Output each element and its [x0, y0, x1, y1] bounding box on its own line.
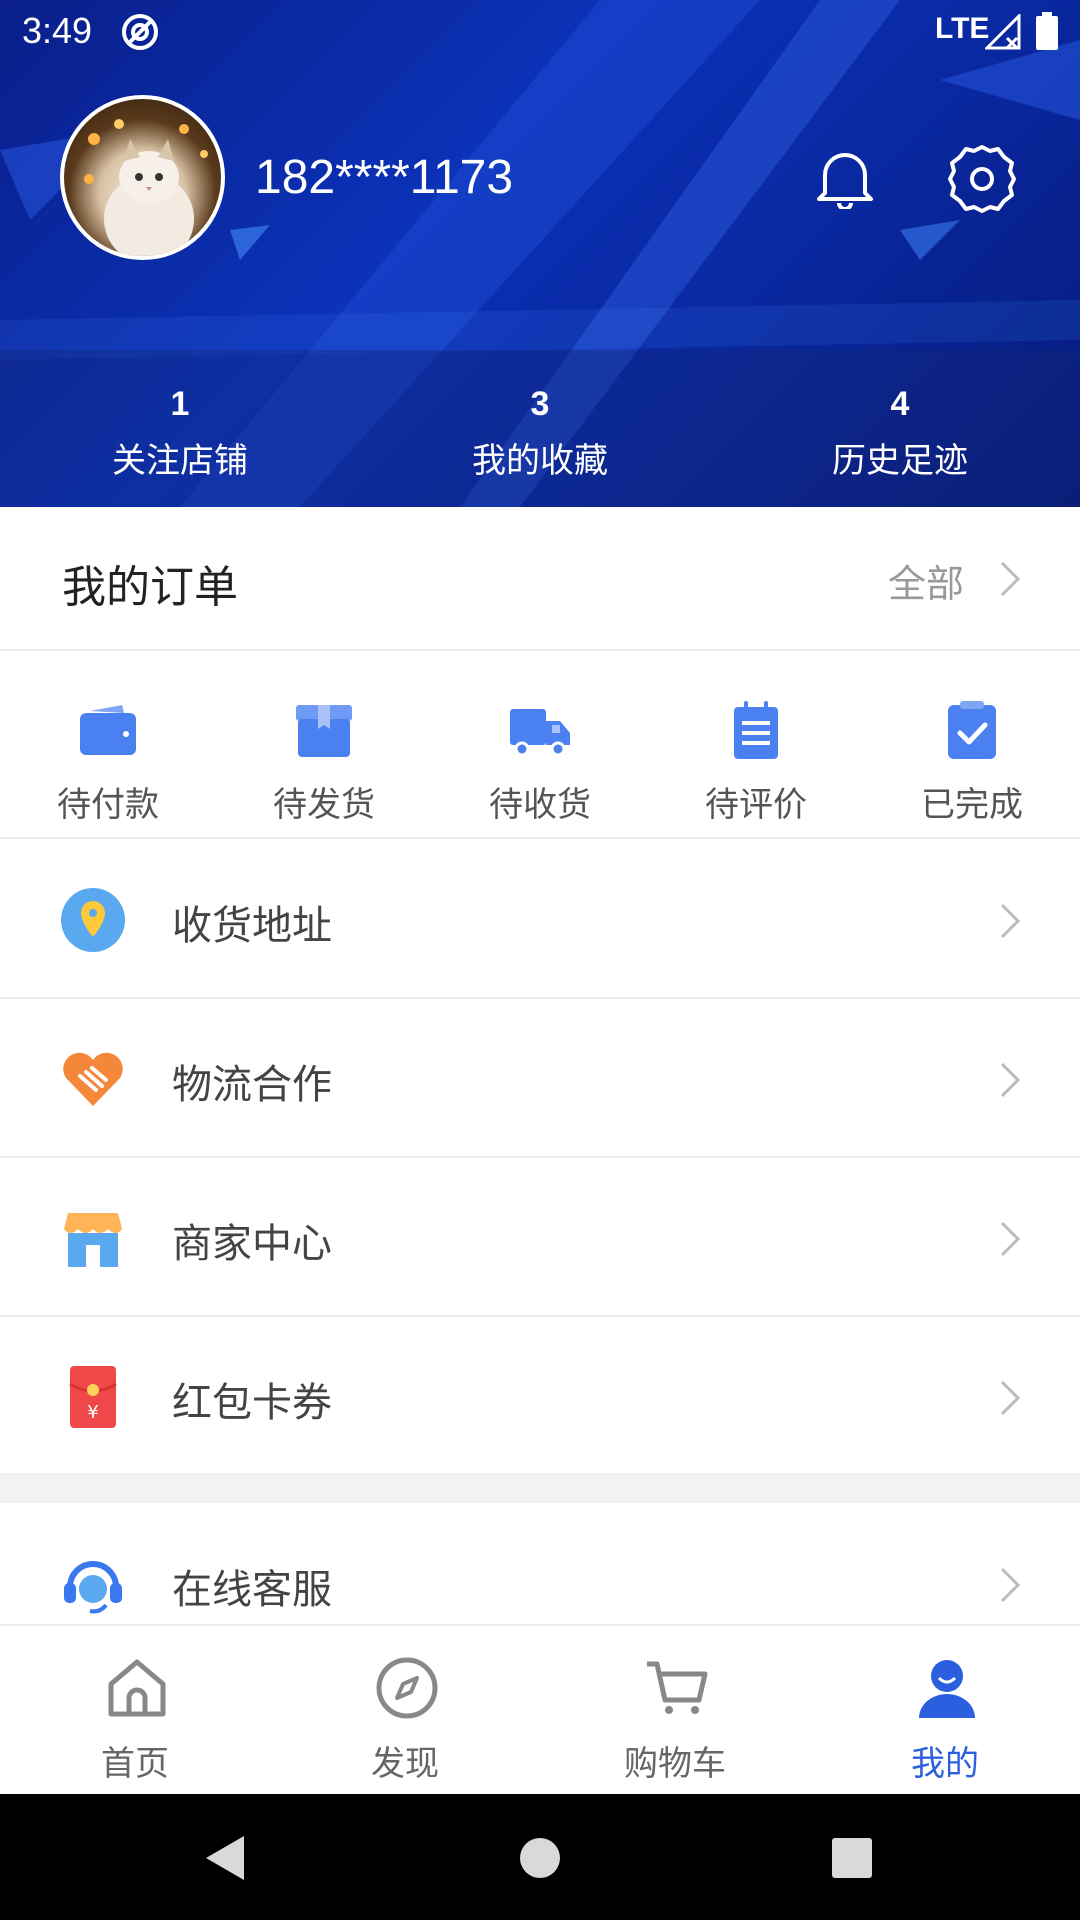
- order-label: 待评价: [705, 785, 807, 825]
- nav-home[interactable]: 首页: [0, 1626, 270, 1796]
- nav-cart[interactable]: 购物车: [540, 1626, 810, 1796]
- bell-icon[interactable]: [815, 145, 875, 209]
- order-label: 待发货: [273, 785, 375, 825]
- menu-item-logistics[interactable]: 物流合作: [0, 1000, 1080, 1158]
- stat-count: 4: [890, 385, 910, 423]
- orders-all-link[interactable]: 全部: [888, 553, 964, 608]
- stat-favorites[interactable]: 3 我的收藏: [360, 385, 720, 482]
- stat-count: 1: [170, 385, 190, 423]
- stat-label: 关注店铺: [112, 441, 248, 481]
- stat-label: 历史足迹: [832, 441, 968, 481]
- menu-label: 物流合作: [172, 1062, 332, 1108]
- menu-item-address[interactable]: 收货地址: [0, 841, 1080, 999]
- avatar[interactable]: [60, 95, 225, 260]
- menu-item-coupons[interactable]: ¥ 红包卡券: [0, 1318, 1080, 1476]
- order-pending-receipt[interactable]: 待收货: [432, 653, 648, 839]
- chevron-right-icon: [1000, 1380, 1021, 1416]
- order-label: 待收货: [489, 785, 591, 825]
- recents-icon[interactable]: [826, 1832, 878, 1884]
- order-status-grid: 待付款 待发货 待收货 待评价 已完成: [0, 653, 1080, 839]
- stat-label: 我的收藏: [472, 441, 608, 481]
- back-icon[interactable]: [200, 1832, 252, 1884]
- truck-icon: [510, 709, 570, 757]
- chevron-right-icon: [1000, 1221, 1021, 1257]
- status-time: 3:49: [22, 10, 93, 51]
- battery-icon: [1036, 12, 1058, 50]
- user-icon: [919, 1660, 975, 1718]
- menu-label: 商家中心: [172, 1221, 332, 1267]
- nav-discover[interactable]: 发现: [270, 1626, 540, 1796]
- menu-label: 在线客服: [172, 1567, 332, 1613]
- menu-item-merchant-center[interactable]: 商家中心: [0, 1159, 1080, 1317]
- system-nav-bar: [0, 1794, 1080, 1920]
- bottom-nav: 首页 发现 购物车 我的: [0, 1624, 1080, 1794]
- red-envelope-icon: ¥: [69, 1366, 117, 1428]
- username: 182****1173: [255, 151, 514, 204]
- chevron-right-icon: [1000, 903, 1021, 939]
- location-pin-icon: [61, 888, 125, 952]
- stat-count: 3: [530, 385, 550, 423]
- chevron-right-icon[interactable]: [998, 559, 1022, 599]
- nav-label: 我的: [911, 1744, 979, 1784]
- orders-title: 我的订单: [62, 562, 238, 613]
- handshake-heart-icon: [63, 1052, 123, 1106]
- nav-label: 发现: [371, 1744, 439, 1784]
- order-pending-review[interactable]: 待评价: [648, 653, 864, 839]
- chevron-right-icon: [1000, 1567, 1021, 1603]
- order-label: 已完成: [921, 785, 1023, 825]
- order-completed[interactable]: 已完成: [864, 653, 1080, 839]
- nav-label: 购物车: [624, 1744, 726, 1784]
- clipboard-icon: [734, 701, 778, 759]
- section-divider: [0, 1473, 1080, 1503]
- cart-icon: [647, 1661, 708, 1714]
- box-icon: [296, 705, 352, 757]
- compass-icon: [376, 1657, 438, 1719]
- store-icon: [64, 1213, 122, 1267]
- gear-icon[interactable]: [948, 145, 1016, 213]
- nav-label: 首页: [101, 1744, 169, 1784]
- orders-header: 我的订单 全部: [0, 507, 1080, 651]
- stat-history[interactable]: 4 历史足迹: [720, 385, 1080, 482]
- at-sign-icon: [122, 14, 158, 50]
- stat-followed-shops[interactable]: 1 关注店铺: [0, 385, 360, 482]
- signal-icon: [985, 14, 1021, 50]
- order-label: 待付款: [57, 785, 159, 825]
- nav-mine[interactable]: 我的: [810, 1626, 1080, 1796]
- network-type: LTE: [935, 12, 990, 45]
- menu-label: 收货地址: [172, 903, 332, 949]
- order-pending-shipment[interactable]: 待发货: [216, 653, 432, 839]
- menu-label: 红包卡券: [172, 1380, 332, 1426]
- home-circle-icon[interactable]: [514, 1832, 566, 1884]
- home-icon: [108, 1659, 166, 1717]
- headset-icon: [64, 1561, 122, 1614]
- order-pending-payment[interactable]: 待付款: [0, 653, 216, 839]
- wallet-icon: [80, 705, 136, 755]
- status-bar: 3:49 LTE: [0, 0, 1080, 64]
- chevron-right-icon: [1000, 1062, 1021, 1098]
- svg-text:¥: ¥: [87, 1402, 98, 1423]
- check-clipboard-icon: [948, 701, 996, 759]
